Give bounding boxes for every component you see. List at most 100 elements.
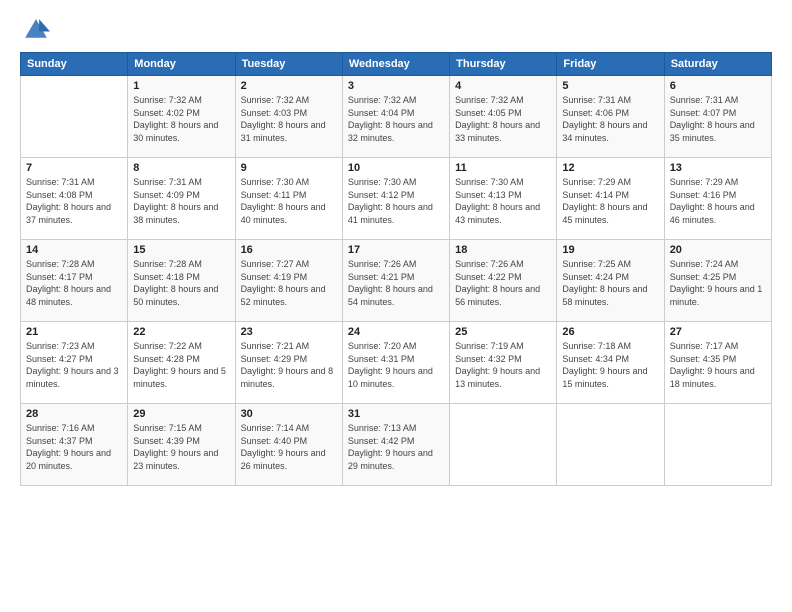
calendar-week-2: 7 Sunrise: 7:31 AMSunset: 4:08 PMDaylight… xyxy=(21,158,772,240)
day-info: Sunrise: 7:29 AMSunset: 4:16 PMDaylight:… xyxy=(670,177,755,225)
day-info: Sunrise: 7:31 AMSunset: 4:08 PMDaylight:… xyxy=(26,177,111,225)
weekday-header-thursday: Thursday xyxy=(450,53,557,76)
weekday-header-sunday: Sunday xyxy=(21,53,128,76)
day-info: Sunrise: 7:22 AMSunset: 4:28 PMDaylight:… xyxy=(133,341,226,389)
day-number: 2 xyxy=(241,80,337,92)
calendar-cell: 10 Sunrise: 7:30 AMSunset: 4:12 PMDayligh… xyxy=(342,158,449,240)
calendar-cell: 22 Sunrise: 7:22 AMSunset: 4:28 PMDayligh… xyxy=(128,322,235,404)
weekday-header-row: SundayMondayTuesdayWednesdayThursdayFrid… xyxy=(21,53,772,76)
day-number: 26 xyxy=(562,326,658,338)
calendar-cell: 15 Sunrise: 7:28 AMSunset: 4:18 PMDayligh… xyxy=(128,240,235,322)
day-info: Sunrise: 7:32 AMSunset: 4:05 PMDaylight:… xyxy=(455,95,540,143)
calendar-cell xyxy=(450,404,557,486)
day-info: Sunrise: 7:14 AMSunset: 4:40 PMDaylight:… xyxy=(241,423,326,471)
day-number: 19 xyxy=(562,244,658,256)
day-info: Sunrise: 7:30 AMSunset: 4:12 PMDaylight:… xyxy=(348,177,433,225)
calendar-cell xyxy=(21,76,128,158)
day-number: 24 xyxy=(348,326,444,338)
weekday-header-friday: Friday xyxy=(557,53,664,76)
day-number: 13 xyxy=(670,162,766,174)
calendar-cell: 25 Sunrise: 7:19 AMSunset: 4:32 PMDayligh… xyxy=(450,322,557,404)
day-number: 15 xyxy=(133,244,229,256)
day-info: Sunrise: 7:24 AMSunset: 4:25 PMDaylight:… xyxy=(670,259,763,307)
logo-icon xyxy=(22,16,50,44)
day-info: Sunrise: 7:16 AMSunset: 4:37 PMDaylight:… xyxy=(26,423,111,471)
day-number: 22 xyxy=(133,326,229,338)
day-number: 8 xyxy=(133,162,229,174)
calendar-cell: 23 Sunrise: 7:21 AMSunset: 4:29 PMDayligh… xyxy=(235,322,342,404)
calendar-cell: 30 Sunrise: 7:14 AMSunset: 4:40 PMDayligh… xyxy=(235,404,342,486)
calendar-week-3: 14Sunrise: 7:28 AMSunset: 4:17 PMDayligh… xyxy=(21,240,772,322)
logo xyxy=(20,16,52,44)
calendar-table: SundayMondayTuesdayWednesdayThursdayFrid… xyxy=(20,52,772,486)
day-number: 4 xyxy=(455,80,551,92)
day-info: Sunrise: 7:28 AMSunset: 4:18 PMDaylight:… xyxy=(133,259,218,307)
day-info: Sunrise: 7:18 AMSunset: 4:34 PMDaylight:… xyxy=(562,341,647,389)
calendar-cell: 5 Sunrise: 7:31 AMSunset: 4:06 PMDaylight… xyxy=(557,76,664,158)
day-number: 11 xyxy=(455,162,551,174)
calendar-cell: 20 Sunrise: 7:24 AMSunset: 4:25 PMDayligh… xyxy=(664,240,771,322)
calendar-cell: 27 Sunrise: 7:17 AMSunset: 4:35 PMDayligh… xyxy=(664,322,771,404)
calendar-cell: 31 Sunrise: 7:13 AMSunset: 4:42 PMDayligh… xyxy=(342,404,449,486)
calendar-cell: 29Sunrise: 7:15 AMSunset: 4:39 PMDayligh… xyxy=(128,404,235,486)
day-info: Sunrise: 7:32 AMSunset: 4:03 PMDaylight:… xyxy=(241,95,326,143)
day-info: Sunrise: 7:15 AMSunset: 4:39 PMDaylight:… xyxy=(133,423,218,471)
day-info: Sunrise: 7:27 AMSunset: 4:19 PMDaylight:… xyxy=(241,259,326,307)
day-info: Sunrise: 7:26 AMSunset: 4:22 PMDaylight:… xyxy=(455,259,540,307)
day-number: 7 xyxy=(26,162,122,174)
day-info: Sunrise: 7:31 AMSunset: 4:09 PMDaylight:… xyxy=(133,177,218,225)
calendar-cell: 14Sunrise: 7:28 AMSunset: 4:17 PMDayligh… xyxy=(21,240,128,322)
weekday-header-wednesday: Wednesday xyxy=(342,53,449,76)
calendar-cell: 8 Sunrise: 7:31 AMSunset: 4:09 PMDaylight… xyxy=(128,158,235,240)
calendar-cell: 26 Sunrise: 7:18 AMSunset: 4:34 PMDayligh… xyxy=(557,322,664,404)
calendar-cell xyxy=(664,404,771,486)
calendar-week-4: 21Sunrise: 7:23 AMSunset: 4:27 PMDayligh… xyxy=(21,322,772,404)
day-number: 12 xyxy=(562,162,658,174)
day-info: Sunrise: 7:30 AMSunset: 4:11 PMDaylight:… xyxy=(241,177,326,225)
day-number: 28 xyxy=(26,408,122,420)
calendar-cell: 7 Sunrise: 7:31 AMSunset: 4:08 PMDaylight… xyxy=(21,158,128,240)
day-info: Sunrise: 7:25 AMSunset: 4:24 PMDaylight:… xyxy=(562,259,647,307)
day-number: 10 xyxy=(348,162,444,174)
calendar-week-5: 28 Sunrise: 7:16 AMSunset: 4:37 PMDayligh… xyxy=(21,404,772,486)
day-info: Sunrise: 7:31 AMSunset: 4:06 PMDaylight:… xyxy=(562,95,647,143)
day-number: 25 xyxy=(455,326,551,338)
day-info: Sunrise: 7:17 AMSunset: 4:35 PMDaylight:… xyxy=(670,341,755,389)
calendar-cell: 3 Sunrise: 7:32 AMSunset: 4:04 PMDaylight… xyxy=(342,76,449,158)
day-info: Sunrise: 7:21 AMSunset: 4:29 PMDaylight:… xyxy=(241,341,334,389)
day-info: Sunrise: 7:31 AMSunset: 4:07 PMDaylight:… xyxy=(670,95,755,143)
calendar-cell: 13 Sunrise: 7:29 AMSunset: 4:16 PMDayligh… xyxy=(664,158,771,240)
day-info: Sunrise: 7:13 AMSunset: 4:42 PMDaylight:… xyxy=(348,423,433,471)
day-number: 27 xyxy=(670,326,766,338)
day-info: Sunrise: 7:32 AMSunset: 4:04 PMDaylight:… xyxy=(348,95,433,143)
day-number: 30 xyxy=(241,408,337,420)
calendar-cell: 11 Sunrise: 7:30 AMSunset: 4:13 PMDayligh… xyxy=(450,158,557,240)
weekday-header-monday: Monday xyxy=(128,53,235,76)
calendar-cell: 12 Sunrise: 7:29 AMSunset: 4:14 PMDayligh… xyxy=(557,158,664,240)
calendar-cell: 24 Sunrise: 7:20 AMSunset: 4:31 PMDayligh… xyxy=(342,322,449,404)
day-info: Sunrise: 7:32 AMSunset: 4:02 PMDaylight:… xyxy=(133,95,218,143)
day-info: Sunrise: 7:30 AMSunset: 4:13 PMDaylight:… xyxy=(455,177,540,225)
day-number: 21 xyxy=(26,326,122,338)
day-number: 18 xyxy=(455,244,551,256)
day-number: 6 xyxy=(670,80,766,92)
day-info: Sunrise: 7:26 AMSunset: 4:21 PMDaylight:… xyxy=(348,259,433,307)
calendar-cell: 16Sunrise: 7:27 AMSunset: 4:19 PMDayligh… xyxy=(235,240,342,322)
day-number: 20 xyxy=(670,244,766,256)
weekday-header-saturday: Saturday xyxy=(664,53,771,76)
day-number: 31 xyxy=(348,408,444,420)
day-number: 1 xyxy=(133,80,229,92)
calendar-cell: 19 Sunrise: 7:25 AMSunset: 4:24 PMDayligh… xyxy=(557,240,664,322)
day-number: 23 xyxy=(241,326,337,338)
calendar-cell xyxy=(557,404,664,486)
day-info: Sunrise: 7:19 AMSunset: 4:32 PMDaylight:… xyxy=(455,341,540,389)
day-number: 3 xyxy=(348,80,444,92)
day-number: 17 xyxy=(348,244,444,256)
calendar-cell: 6 Sunrise: 7:31 AMSunset: 4:07 PMDaylight… xyxy=(664,76,771,158)
calendar-cell: 9Sunrise: 7:30 AMSunset: 4:11 PMDaylight… xyxy=(235,158,342,240)
day-number: 5 xyxy=(562,80,658,92)
weekday-header-tuesday: Tuesday xyxy=(235,53,342,76)
day-info: Sunrise: 7:29 AMSunset: 4:14 PMDaylight:… xyxy=(562,177,647,225)
day-info: Sunrise: 7:20 AMSunset: 4:31 PMDaylight:… xyxy=(348,341,433,389)
day-info: Sunrise: 7:28 AMSunset: 4:17 PMDaylight:… xyxy=(26,259,111,307)
